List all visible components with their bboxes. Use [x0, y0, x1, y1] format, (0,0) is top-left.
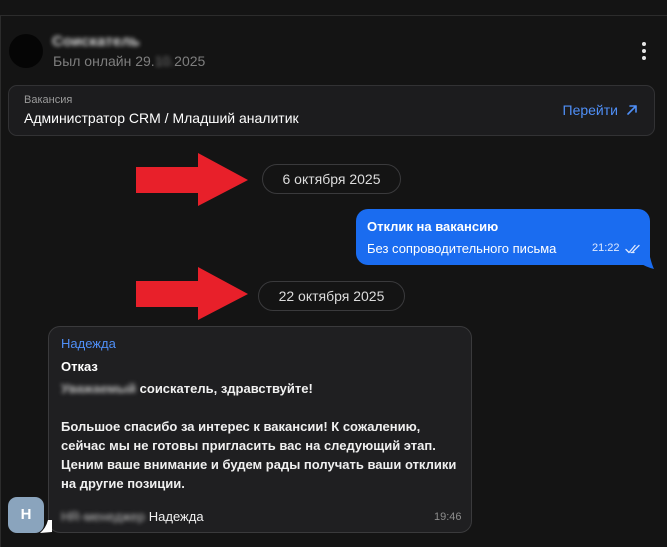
body-paragraph: Ценим ваше внимание и будем рады получат… [61, 457, 457, 491]
arrow-up-right-icon [627, 105, 637, 115]
greeting-rest: соискатель, здравствуйте! [136, 381, 313, 396]
incoming-message[interactable]: Надежда Отказ Уважаемый соискатель, здра… [48, 326, 472, 533]
contact-name[interactable]: Соискатель [52, 33, 140, 50]
vacancy-open-label: Перейти [562, 102, 618, 118]
vacancy-card: Вакансия Администратор CRM / Младший ана… [8, 85, 655, 136]
signature-name: Надежда [148, 509, 204, 524]
bubble-tail-icon [640, 257, 654, 269]
outgoing-message[interactable]: Отклик на вакансию Без сопроводительного… [356, 209, 650, 265]
sender-avatar[interactable]: Н [8, 497, 44, 533]
last-seen-status: Был онлайн 29.10.2025 [53, 53, 205, 69]
body-paragraph: Большое спасибо за интерес к вакансии! К… [61, 419, 436, 453]
message-subject: Отказ [61, 359, 98, 374]
last-seen-suffix: 2025 [174, 53, 206, 69]
kebab-menu-icon[interactable] [636, 42, 652, 62]
red-annotation-arrow [136, 153, 248, 206]
message-time: 19:46 [434, 511, 462, 523]
date-separator: 22 октября 2025 [258, 281, 405, 311]
chat-header: Соискатель Был онлайн 29.10.2025 [0, 16, 667, 80]
greeting-blurred: Уважаемый [61, 381, 137, 396]
vacancy-label: Вакансия [24, 94, 73, 106]
last-seen-blurred: 10. [154, 53, 175, 69]
greeting-line: Уважаемый соискатель, здравствуйте! [61, 379, 461, 398]
contact-avatar[interactable] [9, 34, 43, 68]
vacancy-open-link[interactable]: Перейти [563, 102, 638, 118]
sender-name[interactable]: Надежда [61, 336, 116, 351]
message-body: Уважаемый соискатель, здравствуйте! Боль… [61, 379, 461, 493]
message-title: Отклик на вакансию [367, 219, 499, 234]
message-text: Без сопроводительного письма [367, 241, 557, 256]
message-signature: HR-менеджер Надежда [61, 509, 204, 524]
message-time: 21:22 [592, 242, 620, 254]
date-separator: 6 октября 2025 [262, 164, 401, 194]
vacancy-title: Администратор CRM / Младший аналитик [24, 110, 299, 126]
signature-blurred: HR-менеджер [61, 509, 146, 524]
double-check-icon [625, 244, 640, 254]
red-annotation-arrow [136, 267, 248, 320]
left-border [0, 15, 1, 547]
last-seen-prefix: Был онлайн 29. [53, 53, 155, 69]
